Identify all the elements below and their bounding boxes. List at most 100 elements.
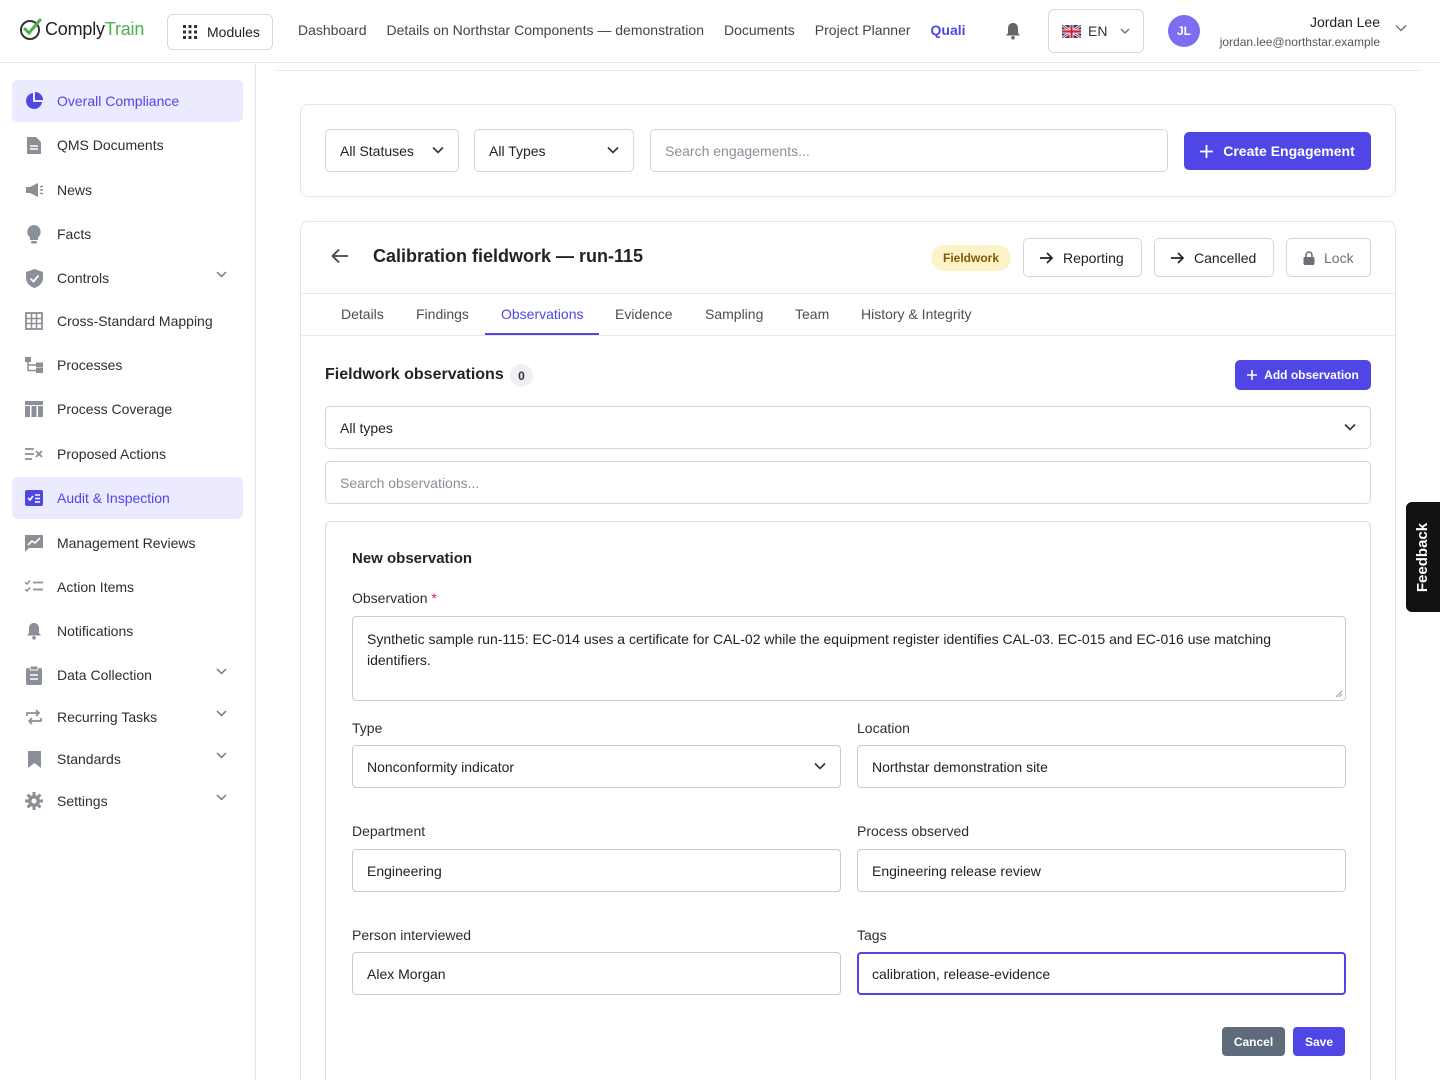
tags-value: calibration, release-evidence (872, 965, 1051, 982)
sidebar-item-label: Overall Compliance (57, 93, 180, 109)
sidebar-item-settings[interactable]: Settings (12, 780, 243, 822)
required-mark: * (431, 590, 437, 606)
observation-label-text: Observation (352, 590, 428, 606)
status-badge: Fieldwork (931, 245, 1012, 271)
sidebar-item-data-collection[interactable]: Data Collection (12, 654, 243, 696)
department-field[interactable]: Engineering (352, 849, 841, 892)
type-label: Type (352, 720, 383, 736)
repeat-icon (24, 707, 44, 727)
engagement-search-input[interactable]: Search engagements... (650, 129, 1168, 172)
move-to-cancelled-button[interactable]: Cancelled (1154, 238, 1274, 277)
nav-details[interactable]: Details on Northstar Components — demons… (387, 22, 704, 38)
nav-project-planner[interactable]: Project Planner (815, 22, 911, 38)
location-label: Location (857, 720, 910, 736)
tags-field[interactable]: calibration, release-evidence (857, 952, 1346, 995)
tab-observations[interactable]: Observations (501, 306, 583, 322)
pie-chart-icon (24, 91, 44, 111)
resize-handle-icon[interactable] (1335, 690, 1343, 698)
add-observation-button[interactable]: Add observation (1235, 360, 1371, 390)
sidebar-item-label: News (57, 182, 93, 198)
sidebar-item-standards[interactable]: Standards (12, 738, 243, 780)
save-button[interactable]: Save (1293, 1027, 1345, 1056)
new-observation-form: New observation Observation * Synthetic … (325, 521, 1371, 1080)
flow-icon (24, 355, 44, 375)
tab-sampling[interactable]: Sampling (705, 306, 763, 322)
tab-evidence[interactable]: Evidence (615, 306, 673, 322)
tab-history-integrity[interactable]: History & Integrity (861, 306, 971, 322)
logo-check-icon (20, 18, 42, 40)
sidebar-item-overall-compliance[interactable]: Overall Compliance (12, 80, 243, 122)
sidebar-item-recurring-tasks[interactable]: Recurring Tasks (12, 696, 243, 738)
create-engagement-button[interactable]: Create Engagement (1184, 132, 1371, 170)
language-code: EN (1088, 23, 1108, 39)
sidebar-item-news[interactable]: News (12, 169, 243, 211)
checklist-board-icon (24, 488, 44, 508)
location-value: Northstar demonstration site (872, 758, 1048, 775)
sidebar-item-management-reviews[interactable]: Management Reviews (12, 522, 243, 564)
sidebar-item-label: Facts (57, 226, 92, 242)
list-x-icon (24, 444, 44, 464)
sidebar-item-label: Standards (57, 751, 121, 767)
user-menu-chevron-icon[interactable] (1395, 24, 1407, 32)
modules-button[interactable]: Modules (167, 14, 273, 50)
sidebar-item-qms-documents[interactable]: QMS Documents (12, 124, 243, 166)
tab-details[interactable]: Details (341, 306, 384, 322)
sidebar-item-label: Settings (57, 793, 108, 809)
app-logo[interactable]: ComplyTrain (19, 17, 144, 41)
user-name: Jordan Lee (1309, 14, 1380, 30)
bookmark-icon (24, 749, 44, 769)
nav-quali[interactable]: Quali (931, 22, 966, 38)
sidebar-item-controls[interactable]: Controls (12, 257, 243, 299)
sidebar-item-proposed-actions[interactable]: Proposed Actions (12, 433, 243, 475)
sidebar-item-audit-inspection[interactable]: Audit & Inspection (12, 477, 243, 519)
type-filter-select[interactable]: All Types (474, 129, 634, 172)
move-to-reporting-button[interactable]: Reporting (1023, 238, 1142, 277)
department-label: Department (352, 823, 426, 839)
sidebar-item-action-items[interactable]: Action Items (12, 566, 243, 608)
sidebar-item-cross-standard-mapping[interactable]: Cross-Standard Mapping (12, 300, 243, 342)
back-arrow-icon[interactable] (331, 248, 349, 264)
sidebar-item-label: Recurring Tasks (57, 709, 158, 725)
cancel-button[interactable]: Cancel (1222, 1027, 1285, 1056)
person-interviewed-value: Alex Morgan (367, 965, 446, 982)
observation-textarea[interactable]: Synthetic sample run-115: EC-014 uses a … (352, 616, 1346, 701)
arrow-right-icon (1040, 251, 1054, 264)
nav-dashboard[interactable]: Dashboard (298, 22, 367, 38)
process-observed-field[interactable]: Engineering release review (857, 849, 1346, 892)
engagement-detail: Calibration fieldwork — run-115 Fieldwor… (300, 221, 1396, 1080)
tab-findings[interactable]: Findings (416, 306, 469, 322)
type-filter-value: All Types (489, 142, 546, 159)
sidebar-item-notifications[interactable]: Notifications (12, 610, 243, 652)
engagement-search-placeholder: Search engagements... (665, 142, 810, 159)
chevron-down-icon (1344, 423, 1356, 431)
feedback-label: Feedback (1414, 522, 1432, 592)
lock-button[interactable]: Lock (1286, 238, 1371, 277)
observation-search-placeholder: Search observations... (340, 474, 480, 491)
chevron-down-icon (216, 271, 227, 278)
divider (301, 335, 1395, 336)
language-selector[interactable]: EN (1048, 9, 1144, 53)
observation-type-filter[interactable]: All types (325, 406, 1371, 449)
divider (301, 293, 1395, 294)
feedback-tab[interactable]: Feedback (1406, 502, 1440, 612)
tab-team[interactable]: Team (795, 306, 829, 322)
sidebar-item-process-coverage[interactable]: Process Coverage (12, 388, 243, 430)
plus-icon (1200, 144, 1214, 158)
sidebar-item-facts[interactable]: Facts (12, 213, 243, 255)
create-engagement-label: Create Engagement (1223, 143, 1355, 159)
sidebar-item-label: Action Items (57, 579, 135, 595)
bell-icon[interactable] (1005, 22, 1021, 40)
arrow-right-icon (1171, 251, 1185, 264)
avatar[interactable]: JL (1168, 15, 1200, 47)
document-icon (24, 135, 44, 155)
top-bar: ComplyTrain Modules Dashboard Details on… (0, 0, 1440, 63)
location-field[interactable]: Northstar demonstration site (857, 745, 1346, 788)
sidebar-item-processes[interactable]: Processes (12, 344, 243, 386)
megaphone-icon (24, 180, 44, 200)
person-interviewed-field[interactable]: Alex Morgan (352, 952, 841, 995)
status-filter-select[interactable]: All Statuses (325, 129, 459, 172)
observation-search-input[interactable]: Search observations... (325, 461, 1371, 504)
add-observation-label: Add observation (1264, 368, 1359, 382)
type-select[interactable]: Nonconformity indicator (352, 745, 841, 788)
nav-documents[interactable]: Documents (724, 22, 795, 38)
